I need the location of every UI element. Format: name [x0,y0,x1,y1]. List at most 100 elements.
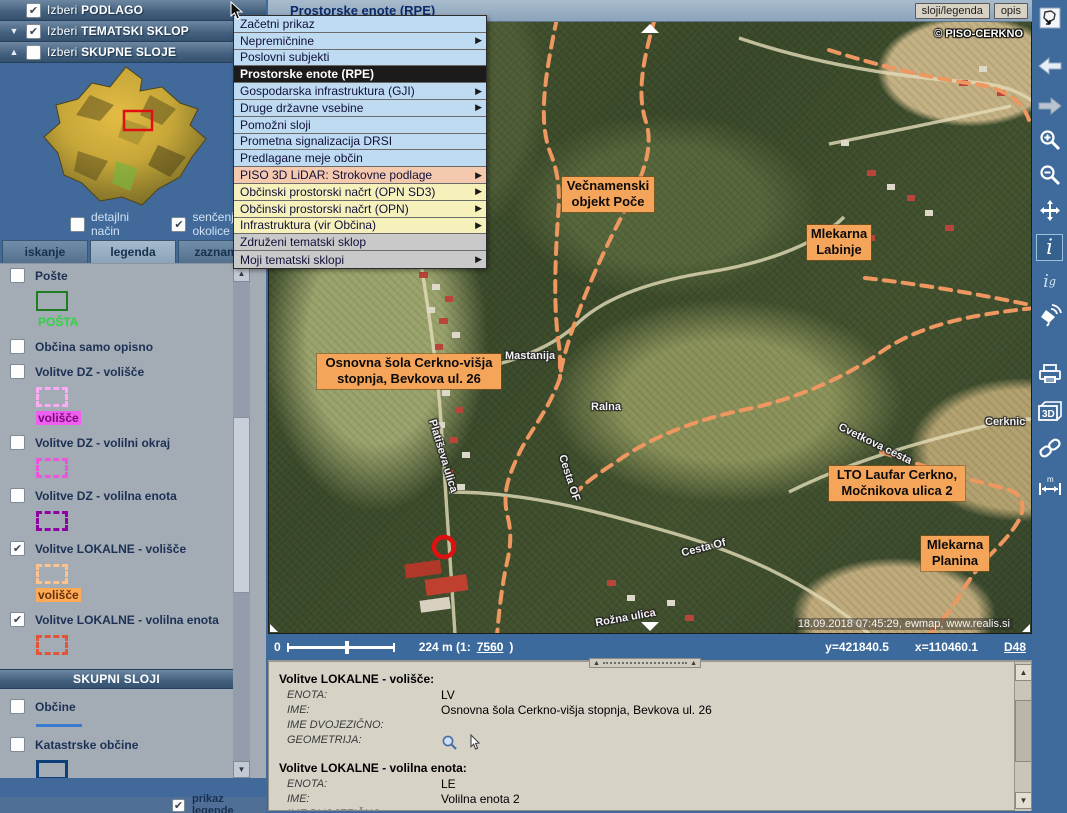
toggle-checkbox[interactable]: ✔ [171,217,186,232]
piso-gis-app: ✔Izberi PODLAGO▼✔Izberi TEMATSKI SKLOP▲I… [0,0,1067,813]
toggle-detajlni-način: detajlni način [70,210,148,238]
legend-item-row: Volitve DZ - volilna enota [10,488,233,503]
tab-iskanje[interactable]: iskanje [2,240,88,263]
menu-item-nepremi-nine[interactable]: Nepremičnine▶ [234,33,486,50]
scroll-up-icon[interactable]: ▲ [1015,664,1032,681]
menu-item-gospodarska-infrastruktura-gji-[interactable]: Gospodarska infrastruktura (GJI)▶ [234,83,486,100]
panel-checkbox[interactable] [26,45,41,60]
layer-checkbox[interactable] [10,435,25,450]
panel-header-skupne-sloje[interactable]: ▲Izberi SKUPNE SLOJE [0,42,266,63]
panel-checkbox[interactable]: ✔ [26,3,41,18]
measure-icon[interactable]: m [1036,472,1063,499]
overview-map[interactable] [0,63,266,212]
zoom-in-icon[interactable] [1036,126,1063,153]
panel-header-tematski-sklop[interactable]: ▼✔Izberi TEMATSKI SKLOP [0,21,266,42]
layer-checkbox[interactable]: ✔ [10,612,25,627]
layer-checkbox[interactable] [10,339,25,354]
coordinate-readout: y=421840.5 x=110460.1 D48 [825,640,1026,654]
overview-map-icon[interactable] [1036,4,1063,31]
coord-y: y=421840.5 [825,640,889,654]
layer-checkbox[interactable] [10,268,25,283]
layer-checkbox[interactable] [10,488,25,503]
scalebar: 0 224 m (1: 7560 ) [268,640,513,654]
menu-item-label: Predlagane meje občin [240,151,363,165]
map-corner-handle-left[interactable] [270,624,278,632]
legend-item: Volitve DZ - voliščevolišče [10,364,233,425]
buildings [404,66,1005,621]
map-corner-handle-right[interactable] [1022,624,1030,632]
show-legend-label: prikaz legende [192,793,266,813]
pan-up-arrow[interactable] [641,24,659,33]
pan-icon[interactable] [1036,197,1063,224]
scroll-down-icon[interactable]: ▼ [1015,792,1032,809]
info-field-label: IME DVOJEZIČNO: [279,718,441,733]
show-legend-checkbox[interactable]: ✔ [172,799,185,812]
chevron-down-icon[interactable]: ▼ [8,26,20,36]
menu-item-infrastruktura-vir-ob-ina-[interactable]: Infrastruktura (vir Občina)▶ [234,218,486,235]
menu-item-prostorske-enote-rpe-[interactable]: Prostorske enote (RPE) [234,66,486,83]
layer-checkbox[interactable] [10,699,25,714]
svg-text:m: m [1047,475,1054,484]
link-icon[interactable] [1036,434,1063,461]
layer-label: Volitve DZ - volilni okraj [35,436,170,450]
menu-item-za-etni-prikaz[interactable]: Začetni prikaz [234,16,486,33]
scale-slider-thumb[interactable] [345,641,349,654]
scrollbar-thumb[interactable] [233,417,250,593]
menu-item-poslovni-subjekti[interactable]: Poslovni subjekti [234,50,486,67]
info-icon[interactable]: i [1036,234,1063,261]
description-button[interactable]: opis [994,3,1028,19]
info-group-icon[interactable]: ig [1036,268,1063,295]
legend-panel: PoštePOŠTAObčina samo opisnoVolitve DZ -… [0,263,266,778]
scale-slider[interactable] [287,646,395,649]
menu-item-moji-tematski-sklopi[interactable]: Moji tematski sklopi▶ [234,251,486,268]
menu-item-zdru-eni-tematski-sklop[interactable]: Združeni tematski sklop [234,234,486,251]
info-scrollbar[interactable]: ▲ ▼ [1014,662,1031,811]
back-arrow-icon[interactable] [1036,52,1063,79]
scale-value-link[interactable]: 7560 [477,640,504,654]
menu-item-predlagane-meje-ob-in[interactable]: Predlagane meje občin [234,150,486,167]
scroll-down-icon[interactable]: ▼ [233,761,250,778]
layer-checkbox[interactable] [10,364,25,379]
info-field-row: IME:Osnovna šola Cerkno-višja stopnja, B… [279,703,1013,718]
forward-arrow-icon[interactable] [1036,92,1063,119]
menu-item-ob-inski-prostorski-na-rt-opn-sd3-[interactable]: Občinski prostorski načrt (OPN SD3)▶ [234,184,486,201]
coord-x: x=110460.1 [915,640,978,654]
menu-item-ob-inski-prostorski-na-rt-opn-[interactable]: Občinski prostorski načrt (OPN)▶ [234,201,486,218]
menu-item-label: PISO 3D LiDAR: Strokovne podlage [240,168,432,182]
panel-checkbox[interactable]: ✔ [26,24,41,39]
legend-item: ✔Volitve LOKALNE - voliščevolišče [10,541,233,602]
panel-header-podlago[interactable]: ✔ Izberi PODLAGO [0,0,266,21]
layer-checkbox[interactable]: ✔ [10,541,25,556]
zoom-out-icon[interactable] [1036,161,1063,188]
overview-toggle-row: detajlni način✔senčenje okolice [0,212,266,236]
datum-link[interactable]: D48 [1004,640,1026,654]
info-field-row: ENOTA:LE [279,777,1013,792]
tab-legenda[interactable]: legenda [90,240,176,263]
panel-label: Izberi PODLAGO [47,3,143,17]
legend-scrollbar[interactable]: ▲ ▼ [233,265,250,778]
three-d-icon[interactable]: 3D [1036,397,1063,424]
layer-label: Katastrske občine [35,738,138,752]
select-geometry-icon[interactable] [468,734,482,755]
print-icon[interactable] [1036,360,1063,387]
gps-icon[interactable] [1036,300,1063,327]
selection-marker [434,537,454,557]
legend-item: Občina samo opisno [10,339,233,354]
feature-info-panel: ▲▲ Volitve LOKALNE - volišče:ENOTA:LVIME… [268,660,1032,811]
layers-legend-button[interactable]: sloji/legenda [915,3,990,19]
menu-item-piso-3d-lidar-strokovne-podlage[interactable]: PISO 3D LiDAR: Strokovne podlage▶ [234,167,486,184]
menu-item-pomo-ni-sloji[interactable]: Pomožni sloji [234,117,486,134]
pan-down-arrow[interactable] [641,622,659,631]
menu-item-druge-dr-avne-vsebine[interactable]: Druge državne vsebine▶ [234,100,486,117]
layer-label: Volitve LOKALNE - volilna enota [35,613,219,627]
toggle-checkbox[interactable] [70,217,85,232]
layer-label: Volitve LOKALNE - volišče [35,542,186,556]
chevron-up-icon[interactable]: ▲ [8,47,20,57]
zoom-to-geometry-icon[interactable] [441,734,458,755]
layer-checkbox[interactable] [10,737,25,752]
road-label: Ralna [591,401,621,413]
menu-item-label: Druge državne vsebine [240,101,363,115]
map-toolbar: i ig 3D m [1032,0,1067,813]
scrollbar-thumb[interactable] [1015,700,1032,762]
menu-item-prometna-signalizacija-drsi[interactable]: Prometna signalizacija DRSI [234,134,486,151]
